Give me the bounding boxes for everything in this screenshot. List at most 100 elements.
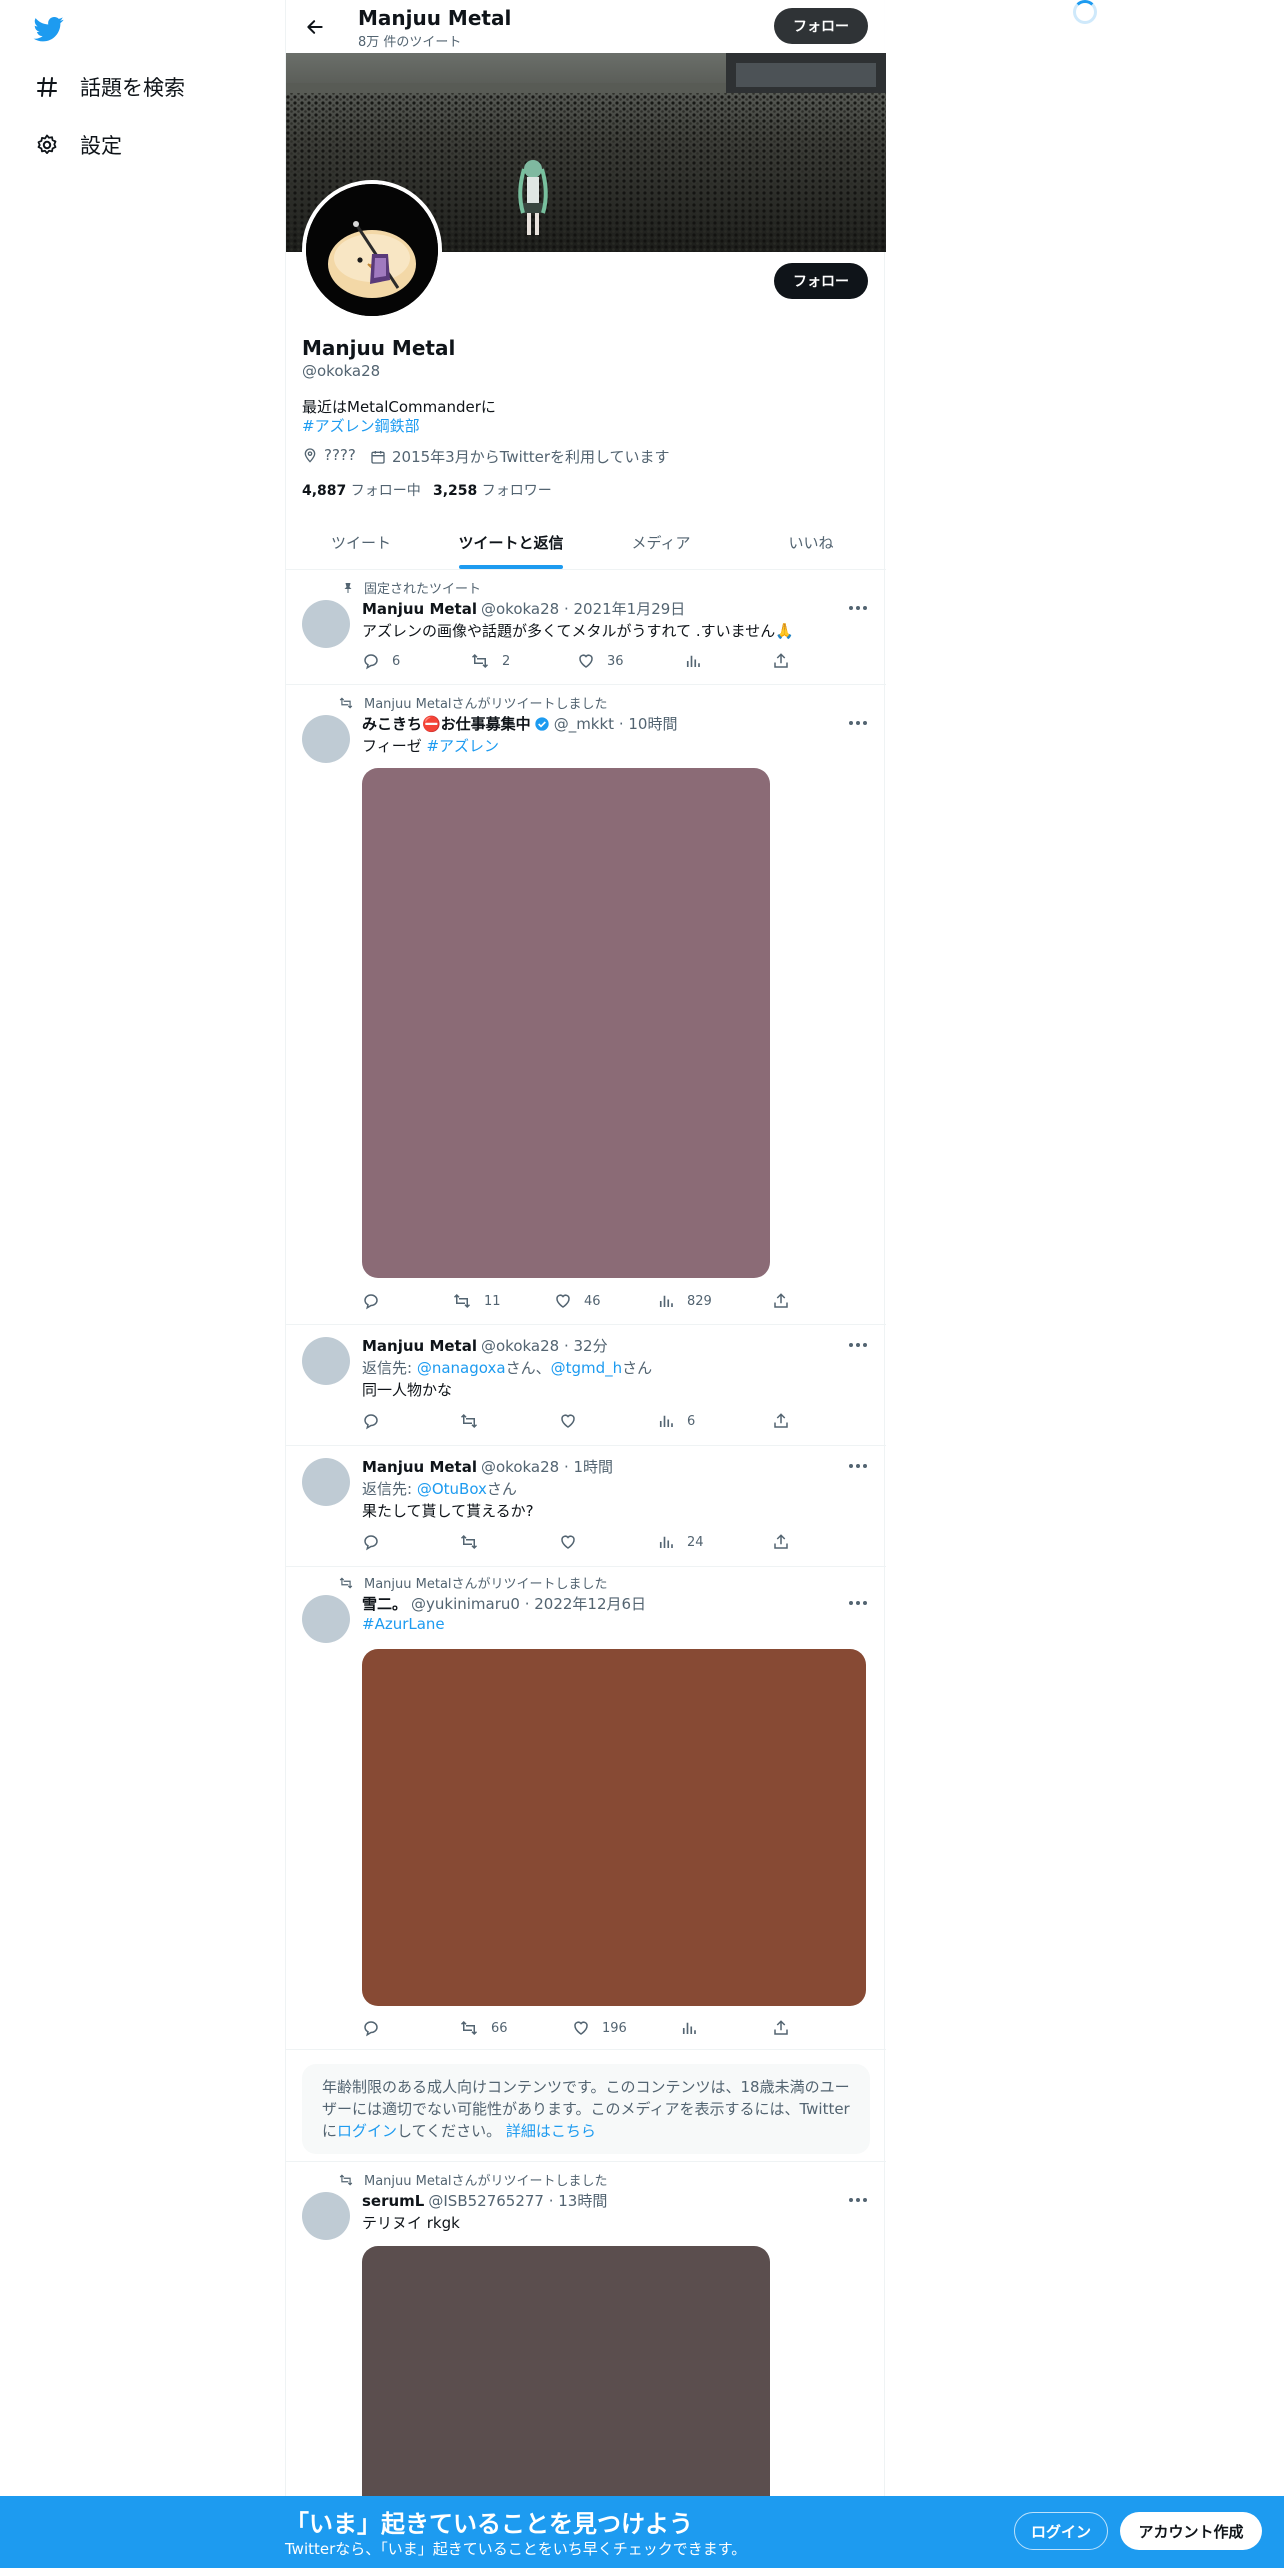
profile-header: Manjuu Metal 8万 件のツイート フォロー <box>286 0 886 53</box>
following-count-link[interactable]: 4,887 フォロー中 <box>302 480 421 500</box>
tab-likes[interactable]: いいね <box>736 516 886 569</box>
main-column: Manjuu Metal 8万 件のツイート フォロー フォロー Manjuu … <box>285 0 886 2568</box>
more-options-icon[interactable] <box>846 1456 870 1476</box>
more-options-icon[interactable] <box>846 2190 870 2210</box>
profile-bio: 最近はMetalCommanderに <box>302 398 496 416</box>
tweet-media-image[interactable] <box>362 1649 866 2006</box>
tweet-media-image[interactable] <box>362 768 770 1278</box>
reply-button[interactable] <box>362 1292 392 1310</box>
create-account-button[interactable]: アカウント作成 <box>1120 2512 1262 2550</box>
profile-avatar[interactable] <box>302 180 442 320</box>
retweet-context: Manjuu Metalさんがリツイートしました <box>334 2170 608 2189</box>
more-options-icon[interactable] <box>846 598 870 618</box>
analytics-button[interactable]: 829 <box>657 1292 712 1310</box>
sidebar-item-label: 話題を検索 <box>80 76 185 100</box>
share-button[interactable] <box>772 1533 790 1551</box>
analytics-icon <box>686 655 700 667</box>
reply-button[interactable] <box>362 2019 392 2037</box>
avatar[interactable] <box>302 1458 350 1506</box>
like-button[interactable] <box>559 1533 589 1551</box>
tab-tweets-and-replies[interactable]: ツイートと返信 <box>436 516 586 569</box>
avatar[interactable] <box>302 2192 350 2240</box>
details-link[interactable]: 詳細はこちら <box>506 2122 596 2140</box>
avatar[interactable] <box>302 600 350 648</box>
retweet-context: Manjuu Metalさんがリツイートしました <box>334 693 608 712</box>
tweet-retweet[interactable]: Manjuu Metalさんがリツイートしました みこきち⛔お仕事募集中 @_m… <box>286 685 886 1325</box>
retweet-icon <box>460 2020 478 2036</box>
more-options-icon[interactable] <box>846 1335 870 1355</box>
tweet-header: Manjuu Metal @okoka28 · 2021年1月29日 <box>362 599 686 619</box>
tweet-actions: 66 196 <box>362 2019 792 2041</box>
like-button[interactable] <box>559 1412 589 1430</box>
sensitive-content-section: 年齢制限のある成人向けコンテンツです。このコンテンツは、18歳未満のユーザーには… <box>286 2050 886 2162</box>
twitter-logo-icon[interactable] <box>32 14 66 44</box>
hashtag-link[interactable]: #アズレン <box>426 737 499 755</box>
header-title: Manjuu Metal <box>358 6 512 30</box>
share-button[interactable] <box>772 2019 790 2037</box>
tweet-text: テリヌイ rkgk <box>362 2214 460 2232</box>
retweet-button[interactable]: 11 <box>452 1292 501 1310</box>
reply-icon <box>364 1414 378 1430</box>
retweet-icon <box>339 2174 353 2185</box>
avatar[interactable] <box>302 1337 350 1385</box>
tweet-reply[interactable]: Manjuu Metal @okoka28 · 32分 返信先: @nanagox… <box>286 1325 886 1446</box>
header-follow-button[interactable]: フォロー <box>774 8 868 44</box>
mention-link[interactable]: @tgmd_h <box>551 1359 623 1377</box>
followers-count-link[interactable]: 3,258 フォロワー <box>433 480 552 500</box>
analytics-button[interactable] <box>684 652 714 670</box>
share-icon <box>774 1413 788 1428</box>
profile-name: Manjuu Metal <box>302 336 456 360</box>
reply-button[interactable]: 6 <box>362 652 400 670</box>
analytics-button[interactable]: 24 <box>657 1533 704 1551</box>
retweet-icon <box>460 1413 478 1429</box>
follow-button[interactable]: フォロー <box>774 263 868 299</box>
login-button[interactable]: ログイン <box>1014 2512 1108 2550</box>
analytics-button[interactable]: 6 <box>657 1412 695 1430</box>
mention-link[interactable]: @OtuBox <box>417 1480 487 1498</box>
reply-button[interactable] <box>362 1533 392 1551</box>
location-pin-icon <box>304 448 316 463</box>
tweet-actions: 11 46 829 <box>362 1292 792 1314</box>
heart-icon <box>556 1294 570 1308</box>
prompt-subtitle: Twitterなら、「いま」起きていることをいち早くチェックできます。 <box>285 2540 747 2558</box>
avatar[interactable] <box>302 1595 350 1643</box>
tweet-actions: 6 2 36 <box>362 652 792 674</box>
analytics-button[interactable] <box>680 2019 710 2037</box>
retweet-button[interactable] <box>459 1412 491 1430</box>
share-button[interactable] <box>772 1292 790 1310</box>
tab-media[interactable]: メディア <box>586 516 736 569</box>
tab-tweets[interactable]: ツイート <box>286 516 436 569</box>
share-button[interactable] <box>772 652 790 670</box>
tweet-actions: 24 <box>362 1533 792 1555</box>
reply-button[interactable] <box>362 1412 392 1430</box>
like-button[interactable]: 46 <box>554 1292 601 1310</box>
hashtag-icon <box>34 74 60 100</box>
more-options-icon[interactable] <box>846 1593 870 1613</box>
bio-hashtag-link[interactable]: #アズレン鋼鉄部 <box>302 415 420 436</box>
hashtag-link[interactable]: #AzurLane <box>362 1615 445 1633</box>
sidebar-item-settings[interactable]: 設定 <box>34 130 122 160</box>
pin-icon <box>344 582 352 593</box>
retweet-button[interactable] <box>459 1533 491 1551</box>
like-button[interactable]: 196 <box>572 2019 627 2037</box>
tweet-retweet[interactable]: Manjuu Metalさんがリツイートしました 雪二。 @yukinimaru0… <box>286 1567 886 2050</box>
sidebar-item-explore[interactable]: 話題を検索 <box>34 72 185 102</box>
mention-link[interactable]: @nanagoxa <box>417 1359 506 1377</box>
tweet-reply[interactable]: Manjuu Metal @okoka28 · 1時間 返信先: @OtuBoxさ… <box>286 1446 886 1567</box>
retweet-button[interactable]: 2 <box>470 652 510 670</box>
tweet-count: 8万 件のツイート <box>358 35 462 50</box>
share-button[interactable] <box>772 1412 790 1430</box>
retweet-icon <box>339 697 353 708</box>
like-button[interactable]: 36 <box>577 652 624 670</box>
profile-joined: 2015年3月からTwitterを利用しています <box>370 446 670 467</box>
more-options-icon[interactable] <box>846 713 870 733</box>
back-button[interactable] <box>300 12 330 42</box>
retweet-button[interactable]: 66 <box>459 2019 508 2037</box>
login-link[interactable]: ログイン <box>337 2122 397 2140</box>
analytics-icon <box>659 1295 673 1307</box>
analytics-icon <box>659 1415 673 1427</box>
tweet-text: 果たして貰して貰えるか? <box>362 1502 534 1520</box>
tweet-pinned[interactable]: 固定されたツイート Manjuu Metal @okoka28 · 2021年1月… <box>286 570 886 685</box>
avatar[interactable] <box>302 715 350 763</box>
calendar-icon <box>371 450 385 464</box>
